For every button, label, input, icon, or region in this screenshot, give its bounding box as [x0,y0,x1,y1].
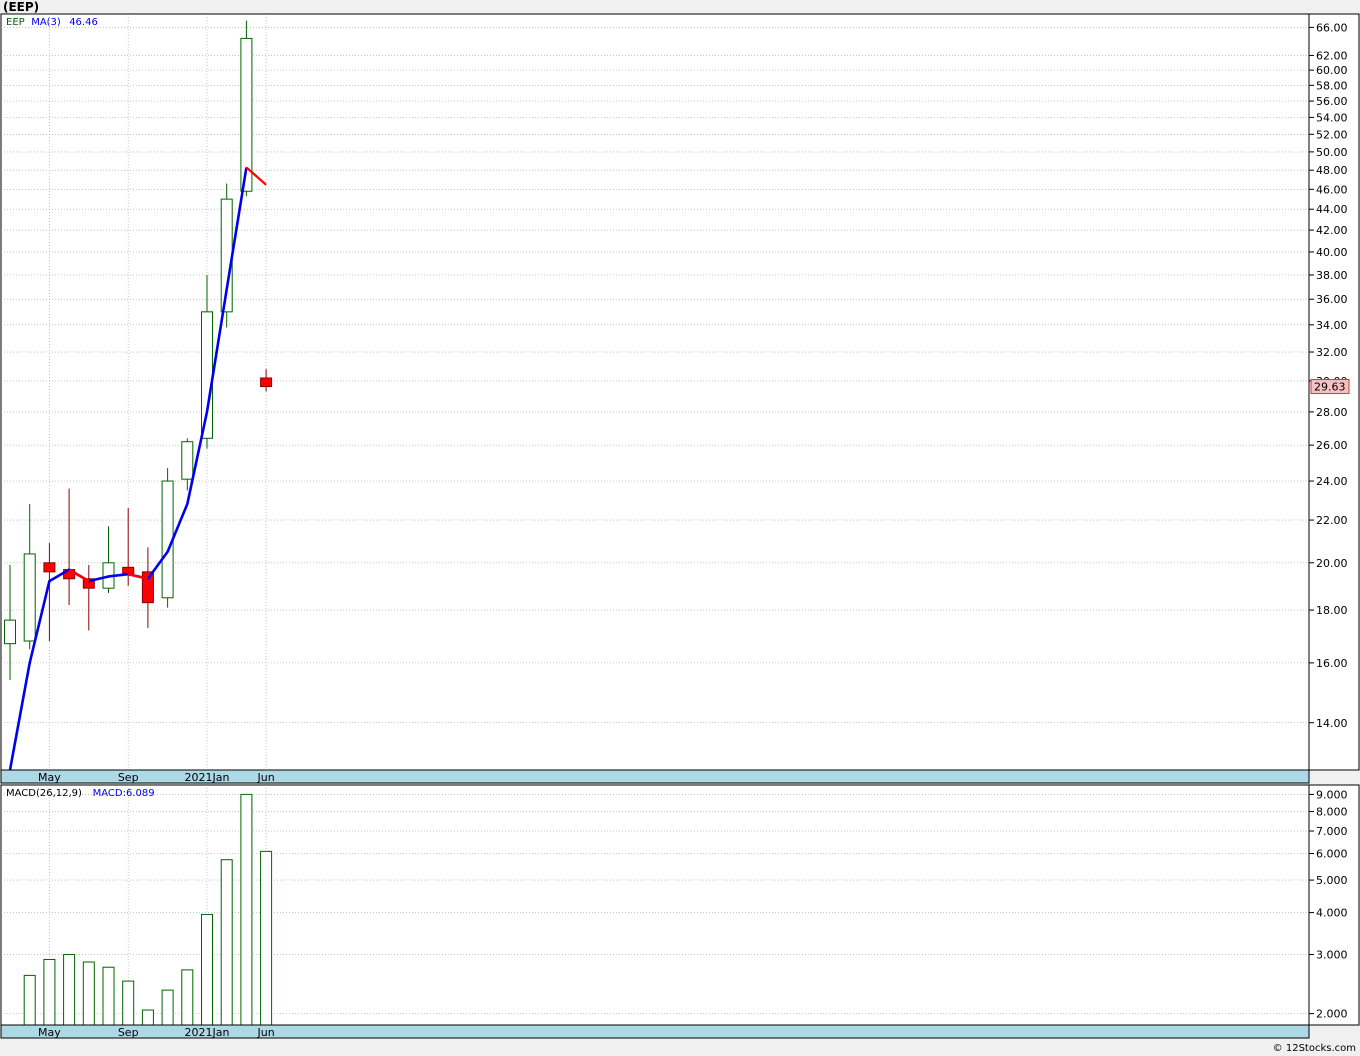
macd-tick-label: 9.000 [1316,788,1348,801]
price-tick-label: 36.00 [1316,293,1348,306]
price-tick-label: 66.00 [1316,21,1348,34]
candle [161,468,174,608]
macd-tick-label: 7.000 [1316,825,1348,838]
price-plot-area [0,13,1310,771]
price-legend: EEP MA(3) 46.46 [6,17,98,28]
price-tick-label: 50.00 [1316,146,1348,159]
macd-bar [43,958,56,1026]
macd-bar [240,793,253,1026]
price-x-tick-label: May [38,771,61,784]
macd-tick-label: 8.000 [1316,806,1348,819]
price-tick-label: 14.00 [1316,717,1348,730]
macd-bar [201,913,213,1026]
price-tick-label: 46.00 [1316,183,1348,196]
price-tick-label: 44.00 [1316,203,1348,216]
macd-x-tick-label: Jun [257,1026,275,1039]
macd-legend-item: MACD(26,12,9) [6,788,82,799]
macd-bar [63,954,76,1026]
macd-legend-item: MACD:6.089 [93,788,155,799]
price-tick-label: 28.00 [1316,406,1348,419]
macd-panel[interactable]: 2.000 3.000 4.000 5.000 6.000 7.000 8.000 9.000… [0,784,1360,1039]
price-tick-label: 42.00 [1316,224,1348,237]
price-tick-label: 32.00 [1316,346,1348,359]
price-tick-label: 38.00 [1316,269,1348,282]
macd-plot-area [0,784,1310,1026]
macd-tick-label: 6.000 [1316,848,1348,861]
macd-bar [141,1009,154,1026]
last-price-label: 29.63 [1314,381,1346,394]
price-x-tick-label: 2021Jan [185,771,230,784]
price-tick-label: 20.00 [1316,557,1348,570]
price-tick-label: 22.00 [1316,514,1348,527]
candle-body [23,553,36,642]
candle-body [201,311,213,439]
macd-tick-label: 2.000 [1316,1008,1348,1021]
price-tick-label: 34.00 [1316,319,1348,332]
price-tick-label: 58.00 [1316,79,1348,92]
candle-body [260,377,273,388]
macd-legend: MACD(26,12,9) MACD:6.089 [6,788,155,799]
price-tick-label: 16.00 [1316,657,1348,670]
macd-bar [260,850,273,1026]
macd-bar [181,969,194,1026]
candle-body [141,571,154,604]
price-tick-label: 60.00 [1316,64,1348,77]
last-price: 29.63 [1310,379,1350,395]
price-legend-item: EEP [6,17,25,28]
macd-bar [82,961,95,1026]
macd-bar [23,974,36,1026]
price-tick-label: 24.00 [1316,475,1348,488]
price-tick-label: 18.00 [1316,604,1348,617]
macd-x-tick-label: May [38,1026,61,1039]
price-tick-label: 56.00 [1316,95,1348,108]
price-tick-label: 52.00 [1316,128,1348,141]
price-x-tick-label: Sep [118,771,139,784]
price-legend-item: MA(3) [31,17,61,28]
macd-axis-area [1308,784,1360,1026]
candle-body [43,562,56,573]
price-legend-item: 46.46 [69,17,98,28]
macd-bar [122,980,135,1026]
candle-body [181,441,194,480]
footer-credit: © 12Stocks.com [1272,1043,1356,1054]
price-x-tick-label: Jun [257,771,275,784]
macd-bar [220,859,233,1026]
price-panel[interactable]: 14.00 16.00 18.00 20.00 22.00 24.00 26.00 28.00… [0,13,1360,784]
macd-x-tick-label: Sep [118,1026,139,1039]
price-tick-label: 54.00 [1316,111,1348,124]
price-tick-label: 48.00 [1316,164,1348,177]
macd-tick-label: 4.000 [1316,907,1348,920]
price-tick-label: 40.00 [1316,246,1348,259]
price-tick-label: 26.00 [1316,439,1348,452]
macd-bar [102,966,115,1026]
macd-tick-label: 3.000 [1316,949,1348,962]
macd-x-tick-label: 2021Jan [185,1026,230,1039]
chart-canvas[interactable]: 14.00 16.00 18.00 20.00 22.00 24.00 26.00 28.00… [0,0,1360,1056]
candle-body [4,619,16,645]
macd-bar [161,989,174,1026]
macd-tick-label: 5.000 [1316,874,1348,887]
price-tick-label: 62.00 [1316,49,1348,62]
